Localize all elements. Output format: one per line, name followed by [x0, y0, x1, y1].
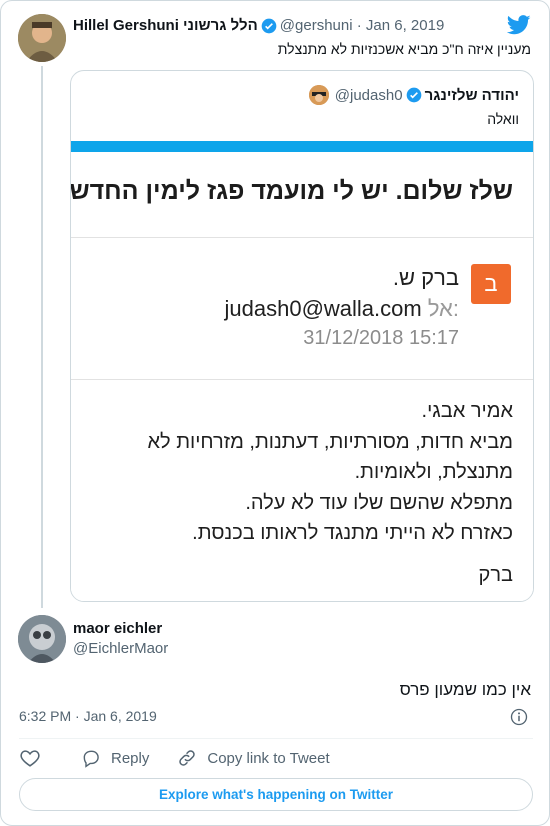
tweet-date[interactable]: Jan 6, 2019	[366, 17, 444, 34]
quoted-avatar	[308, 85, 329, 105]
quoted-handle: @judash0	[334, 86, 403, 104]
email-signoff: ברק	[478, 564, 513, 586]
reply-display-name[interactable]: maor eichler	[73, 620, 162, 637]
parent-tweet-header: Hillel Gershuni הלל גרשוני @gershuni · J…	[73, 17, 444, 34]
copy-link-button[interactable]: Copy link to Tweet	[177, 748, 330, 768]
email-body-line: מביא חדות, מסורתיות, דעתנות, מזרחיות לא	[147, 430, 514, 453]
email-body: אמיר אבגי. מביא חדות, מסורתיות, דעתנות, …	[148, 396, 514, 549]
copy-link-label: Copy link to Tweet	[207, 749, 330, 767]
email-screenshot-image[interactable]: שלז שלום. יש לי מועמד פגז לימין החדש ב ב…	[70, 141, 533, 601]
tweet-timestamp[interactable]: 6:32 PM · Jan 6, 2019	[19, 708, 157, 724]
email-to-label: אל:	[427, 296, 459, 321]
info-icon[interactable]	[509, 707, 529, 727]
reply-button[interactable]: Reply	[81, 748, 149, 768]
reply-label: Reply	[111, 749, 150, 767]
display-name[interactable]: Hillel Gershuni הלל גרשוני	[73, 17, 258, 34]
email-body-line: אמיר אבגי.	[421, 400, 513, 422]
quoted-tweet-header: @judash0 יהודה שלזינגר	[308, 85, 519, 105]
reply-icon	[83, 750, 99, 768]
like-button[interactable]	[19, 747, 51, 769]
verified-icon	[261, 18, 277, 33]
separator-dot: ·	[352, 17, 366, 34]
avatar[interactable]	[18, 615, 66, 663]
email-sender: ברק ש.	[392, 265, 459, 290]
avatar[interactable]	[18, 14, 66, 62]
email-body-line: מתפלא שהשם שלו עוד לא עלה.	[245, 491, 513, 514]
action-bar: Reply Copy link to Tweet	[19, 747, 358, 769]
quoted-tweet[interactable]: @judash0 יהודה שלזינגר וואלה שלז שלום. י…	[70, 70, 534, 602]
email-to-address: judash0@walla.com	[224, 296, 422, 321]
tweet-text: מעניין איזה ח"כ מביא אשכנזיות לא מתנצלת	[277, 41, 531, 57]
reply-tweet-text: אין כמו שמעון פרס	[399, 680, 531, 699]
email-subject: שלז שלום. יש לי מועמד פגז לימין החדש	[70, 177, 513, 205]
email-body-line: כאזרח לא הייתי מתנגד לראותו בכנסת.	[192, 522, 513, 544]
email-header-bar	[71, 141, 533, 152]
email-datetime: 31/12/2018 15:17	[303, 327, 459, 349]
email-body-line: מתנצלת, ולאומיות.	[354, 461, 513, 483]
divider	[19, 738, 533, 739]
handle[interactable]: @gershuni	[280, 17, 353, 34]
email-recipient-line: judash0@walla.com אל:	[225, 296, 460, 322]
explore-twitter-button[interactable]: Explore what's happening on Twitter	[19, 778, 533, 811]
sender-badge: ב	[471, 264, 511, 304]
thread-line	[41, 66, 43, 608]
quoted-display-name: יהודה שלזינגר	[424, 86, 519, 104]
heart-icon	[20, 750, 40, 767]
reply-handle[interactable]: @EichlerMaor	[73, 640, 168, 657]
divider	[71, 379, 533, 380]
quoted-tweet-text: וואלה	[487, 111, 519, 127]
link-icon	[179, 750, 196, 766]
embedded-tweet-card: Hillel Gershuni הלל גרשוני @gershuni · J…	[0, 0, 550, 826]
divider	[71, 237, 533, 238]
verified-icon	[406, 87, 421, 103]
twitter-bird-icon[interactable]	[507, 15, 531, 35]
